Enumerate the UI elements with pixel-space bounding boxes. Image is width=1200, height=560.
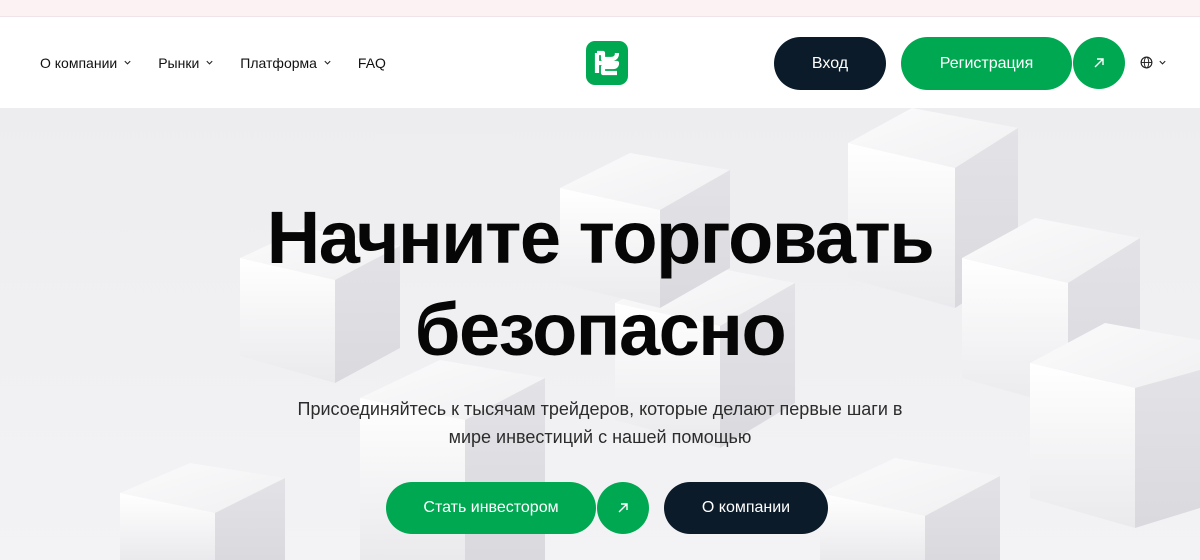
chevron-down-icon bbox=[1159, 60, 1166, 65]
become-investor-arrow-button[interactable] bbox=[597, 482, 649, 534]
hero-subtitle-line-2: мире инвестиций с нашей помощью bbox=[448, 427, 752, 447]
login-button[interactable]: Вход bbox=[774, 37, 886, 90]
nav-item-label: Рынки bbox=[158, 54, 200, 71]
about-company-button[interactable]: О компании bbox=[664, 482, 828, 534]
nav-item-platform[interactable]: Платформа bbox=[240, 55, 332, 71]
nav-item-label: О компании bbox=[40, 54, 118, 71]
hero-title-line-2: безопасно bbox=[414, 288, 787, 371]
chevron-down-icon bbox=[124, 60, 131, 65]
register-arrow-button[interactable] bbox=[1073, 37, 1125, 89]
logo-mark-icon bbox=[594, 50, 620, 76]
language-selector[interactable] bbox=[1140, 56, 1167, 69]
arrow-up-right-icon bbox=[1094, 58, 1104, 68]
nav-item-label: Платформа bbox=[240, 54, 317, 71]
nav-item-markets[interactable]: Рынки bbox=[158, 55, 214, 71]
arrow-up-right-icon bbox=[618, 503, 628, 513]
hero-subtitle-line-1: Присоединяйтесь к тысячам трейдеров, кот… bbox=[297, 399, 903, 419]
become-investor-label: Стать инвестором bbox=[423, 499, 559, 516]
chevron-down-icon bbox=[206, 60, 213, 65]
register-button[interactable]: Регистрация bbox=[901, 37, 1072, 90]
chevron-down-icon bbox=[324, 60, 331, 65]
hero-subtitle: Присоединяйтесь к тысячам трейдеров, кот… bbox=[0, 395, 1200, 451]
nav-item-label: FAQ bbox=[357, 54, 386, 71]
nav-item-about[interactable]: О компании bbox=[40, 55, 132, 71]
brand-logo[interactable] bbox=[586, 41, 628, 85]
login-button-label: Вход bbox=[811, 54, 849, 72]
top-banner-strip bbox=[0, 0, 1200, 17]
become-investor-button[interactable]: Стать инвестором bbox=[386, 482, 596, 534]
globe-icon bbox=[1140, 56, 1153, 69]
about-company-label: О компании bbox=[701, 499, 791, 516]
main-nav: О компании Рынки Платформа FAQ bbox=[40, 17, 386, 108]
hero-title: Начните торговать безопасно bbox=[0, 192, 1200, 376]
hero-title-line-1: Начните торговать bbox=[266, 196, 935, 279]
hero-section: Начните торговать безопасно Присоединяйт… bbox=[0, 108, 1200, 560]
register-button-label: Регистрация bbox=[939, 54, 1034, 72]
nav-item-faq[interactable]: FAQ bbox=[358, 55, 386, 71]
site-header: О компании Рынки Платформа FAQ Вход Реги… bbox=[0, 17, 1200, 108]
